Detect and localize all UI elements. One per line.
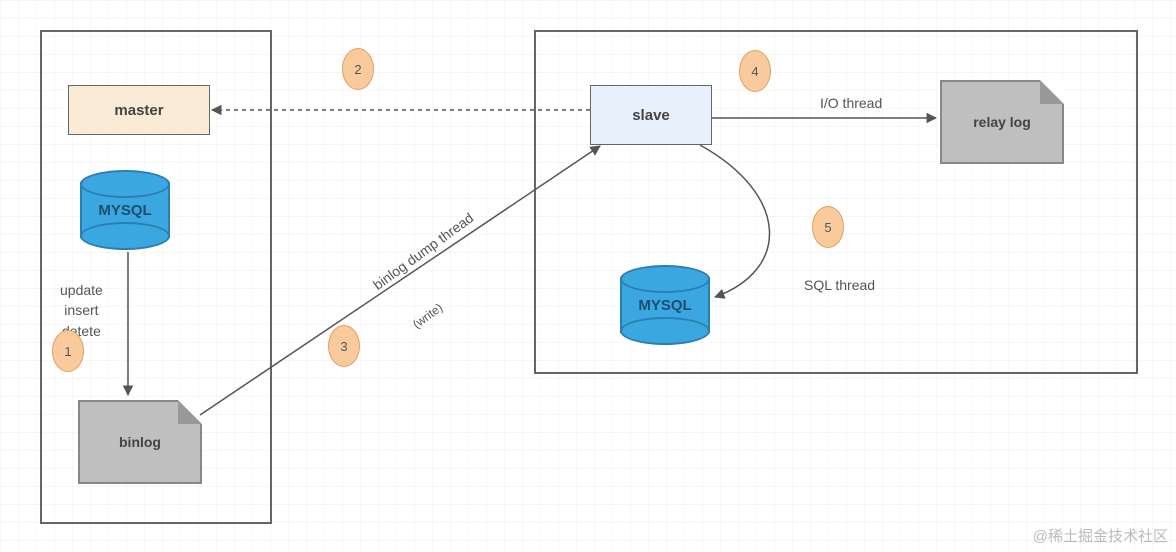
step-1-text: 1	[64, 344, 71, 359]
step-badge-1: 1	[52, 330, 84, 372]
master-node: master	[68, 85, 210, 135]
sql-thread-label: SQL thread	[804, 275, 875, 295]
master-label: master	[114, 102, 163, 119]
mysql-master-label: MYSQL	[80, 202, 170, 219]
step-4-text: 4	[751, 64, 758, 79]
step-3-text: 3	[340, 339, 347, 354]
slave-label: slave	[632, 107, 670, 124]
io-thread-label: I/O thread	[820, 93, 882, 113]
mysql-slave-db: MYSQL	[620, 265, 710, 345]
step-badge-3: 3	[328, 325, 360, 367]
step-badge-5: 5	[812, 206, 844, 248]
binlog-label: binlog	[119, 434, 161, 450]
mysql-master-db: MYSQL	[80, 170, 170, 250]
step-2-text: 2	[354, 62, 361, 77]
relay-log-node: relay log	[940, 80, 1064, 164]
step-5-text: 5	[824, 220, 831, 235]
mysql-slave-label: MYSQL	[620, 297, 710, 314]
relay-log-label: relay log	[973, 114, 1031, 130]
binlog-node: binlog	[78, 400, 202, 484]
step-badge-2: 2	[342, 48, 374, 90]
step-badge-4: 4	[739, 50, 771, 92]
slave-node: slave	[590, 85, 712, 145]
watermark: @稀土掘金技术社区	[1033, 525, 1168, 546]
